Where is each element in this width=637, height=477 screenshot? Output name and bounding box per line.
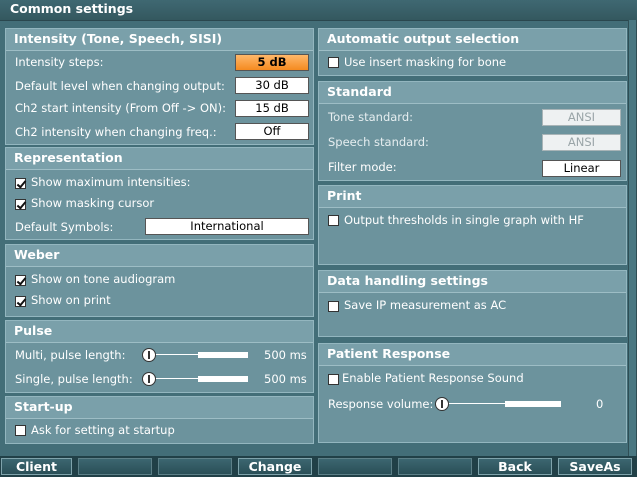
vertical-scrollbar[interactable] [628, 20, 637, 456]
client-button[interactable]: Client [1, 458, 72, 475]
saveas-button[interactable]: SaveAs [558, 458, 632, 475]
filter-mode-field[interactable]: Linear [542, 160, 621, 177]
multi-pulse-slider[interactable] [142, 348, 252, 362]
data-handling-group: Data handling settings Save IP measureme… [318, 270, 627, 337]
auto-output-group: Automatic output selection Use insert ma… [318, 28, 627, 76]
show-on-tone-audiogram-label: Show on tone audiogram [31, 272, 176, 286]
bottom-toolbar: Client Change Back SaveAs [0, 456, 637, 477]
data-handling-group-title: Data handling settings [327, 273, 488, 288]
response-volume-slider-handle[interactable] [435, 397, 449, 411]
output-thresholds-checkbox[interactable] [328, 215, 339, 226]
standard-group-title: Standard [327, 84, 392, 99]
patient-response-group: Patient Response Enable Patient Response… [318, 343, 627, 443]
intensity-steps-field[interactable]: 5 dB [235, 54, 309, 71]
intensity-steps-label: Intensity steps: [15, 55, 104, 69]
tone-standard-label: Tone standard: [328, 110, 414, 124]
ch2-start-label: Ch2 start intensity (From Off -> ON): [15, 101, 226, 115]
ask-at-startup-checkbox[interactable] [15, 425, 26, 436]
multi-pulse-value: 500 ms [264, 348, 307, 362]
weber-group: Weber Show on tone audiogram Show on pri… [5, 244, 314, 317]
representation-group-header: Representation [6, 148, 313, 170]
show-masking-cursor-checkbox[interactable] [15, 199, 26, 210]
patient-response-group-header: Patient Response [319, 344, 626, 366]
intensity-group-title: Intensity (Tone, Speech, SISI) [14, 31, 223, 46]
ch2-freq-label: Ch2 intensity when changing freq.: [15, 125, 217, 139]
speech-standard-label: Speech standard: [328, 135, 429, 149]
pulse-group: Pulse Multi, pulse length: 500 ms Single… [5, 320, 314, 393]
save-ip-as-ac-checkbox[interactable] [328, 301, 339, 312]
intensity-group-header: Intensity (Tone, Speech, SISI) [6, 29, 313, 51]
single-pulse-slider[interactable] [142, 372, 252, 386]
intensity-group: Intensity (Tone, Speech, SISI) Intensity… [5, 28, 314, 145]
multi-pulse-label: Multi, pulse length: [15, 348, 126, 362]
enable-response-sound-checkbox[interactable] [328, 374, 339, 385]
scrollbar-thumb[interactable] [629, 20, 636, 456]
ch2-start-field[interactable]: 15 dB [235, 100, 309, 117]
back-button[interactable]: Back [478, 458, 552, 475]
default-symbols-label: Default Symbols: [15, 220, 114, 234]
response-volume-slider[interactable] [435, 397, 565, 411]
insert-masking-bone-label: Use insert masking for bone [344, 55, 507, 69]
single-pulse-label: Single, pulse length: [15, 372, 133, 386]
weber-group-title: Weber [14, 247, 60, 262]
default-level-field[interactable]: 30 dB [235, 77, 309, 94]
ask-at-startup-label: Ask for setting at startup [31, 423, 175, 437]
representation-group: Representation Show maximum intensities:… [5, 147, 314, 240]
toolbar-button-6[interactable] [398, 458, 472, 475]
multi-pulse-slider-handle[interactable] [142, 348, 156, 362]
print-group-header: Print [319, 186, 626, 208]
ch2-freq-field[interactable]: Off [235, 123, 309, 140]
filter-mode-label: Filter mode: [328, 160, 397, 174]
enable-response-sound-label: Enable Patient Response Sound [342, 371, 524, 385]
default-level-label: Default level when changing output: [15, 79, 225, 93]
show-on-print-checkbox[interactable] [15, 296, 26, 307]
print-group: Print Output thresholds in single graph … [318, 185, 627, 265]
pulse-group-title: Pulse [14, 323, 53, 338]
standard-group-header: Standard [319, 82, 626, 104]
change-button[interactable]: Change [238, 458, 312, 475]
startup-group: Start-up Ask for setting at startup [5, 396, 314, 444]
response-volume-value: 0 [596, 397, 604, 411]
auto-output-group-title: Automatic output selection [327, 31, 520, 46]
standard-group: Standard Tone standard: ANSI Speech stan… [318, 81, 627, 181]
single-pulse-slider-handle[interactable] [142, 372, 156, 386]
window-title: Common settings [10, 1, 134, 16]
show-max-intensities-label: Show maximum intensities: [31, 175, 191, 189]
speech-standard-field: ANSI [542, 134, 621, 151]
show-on-tone-audiogram-checkbox[interactable] [15, 275, 26, 286]
save-ip-as-ac-label: Save IP measurement as AC [344, 298, 507, 312]
pulse-group-header: Pulse [6, 321, 313, 343]
data-handling-group-header: Data handling settings [319, 271, 626, 293]
default-symbols-field[interactable]: International [145, 218, 309, 235]
insert-masking-bone-checkbox[interactable] [328, 57, 339, 68]
toolbar-button-3[interactable] [158, 458, 232, 475]
output-thresholds-label: Output thresholds in single graph with H… [344, 213, 584, 227]
toolbar-button-5[interactable] [318, 458, 392, 475]
startup-group-header: Start-up [6, 397, 313, 419]
show-max-intensities-checkbox[interactable] [15, 178, 26, 189]
print-group-title: Print [327, 188, 362, 203]
response-volume-label: Response volume: [328, 397, 434, 411]
tone-standard-field: ANSI [542, 109, 621, 126]
show-masking-cursor-label: Show masking cursor [31, 196, 155, 210]
representation-group-title: Representation [14, 150, 123, 165]
auto-output-group-header: Automatic output selection [319, 29, 626, 51]
weber-group-header: Weber [6, 245, 313, 267]
patient-response-group-title: Patient Response [327, 346, 451, 361]
single-pulse-value: 500 ms [264, 372, 307, 386]
show-on-print-label: Show on print [31, 293, 111, 307]
window-titlebar: Common settings [0, 0, 637, 21]
startup-group-title: Start-up [14, 399, 73, 414]
toolbar-button-2[interactable] [78, 458, 152, 475]
